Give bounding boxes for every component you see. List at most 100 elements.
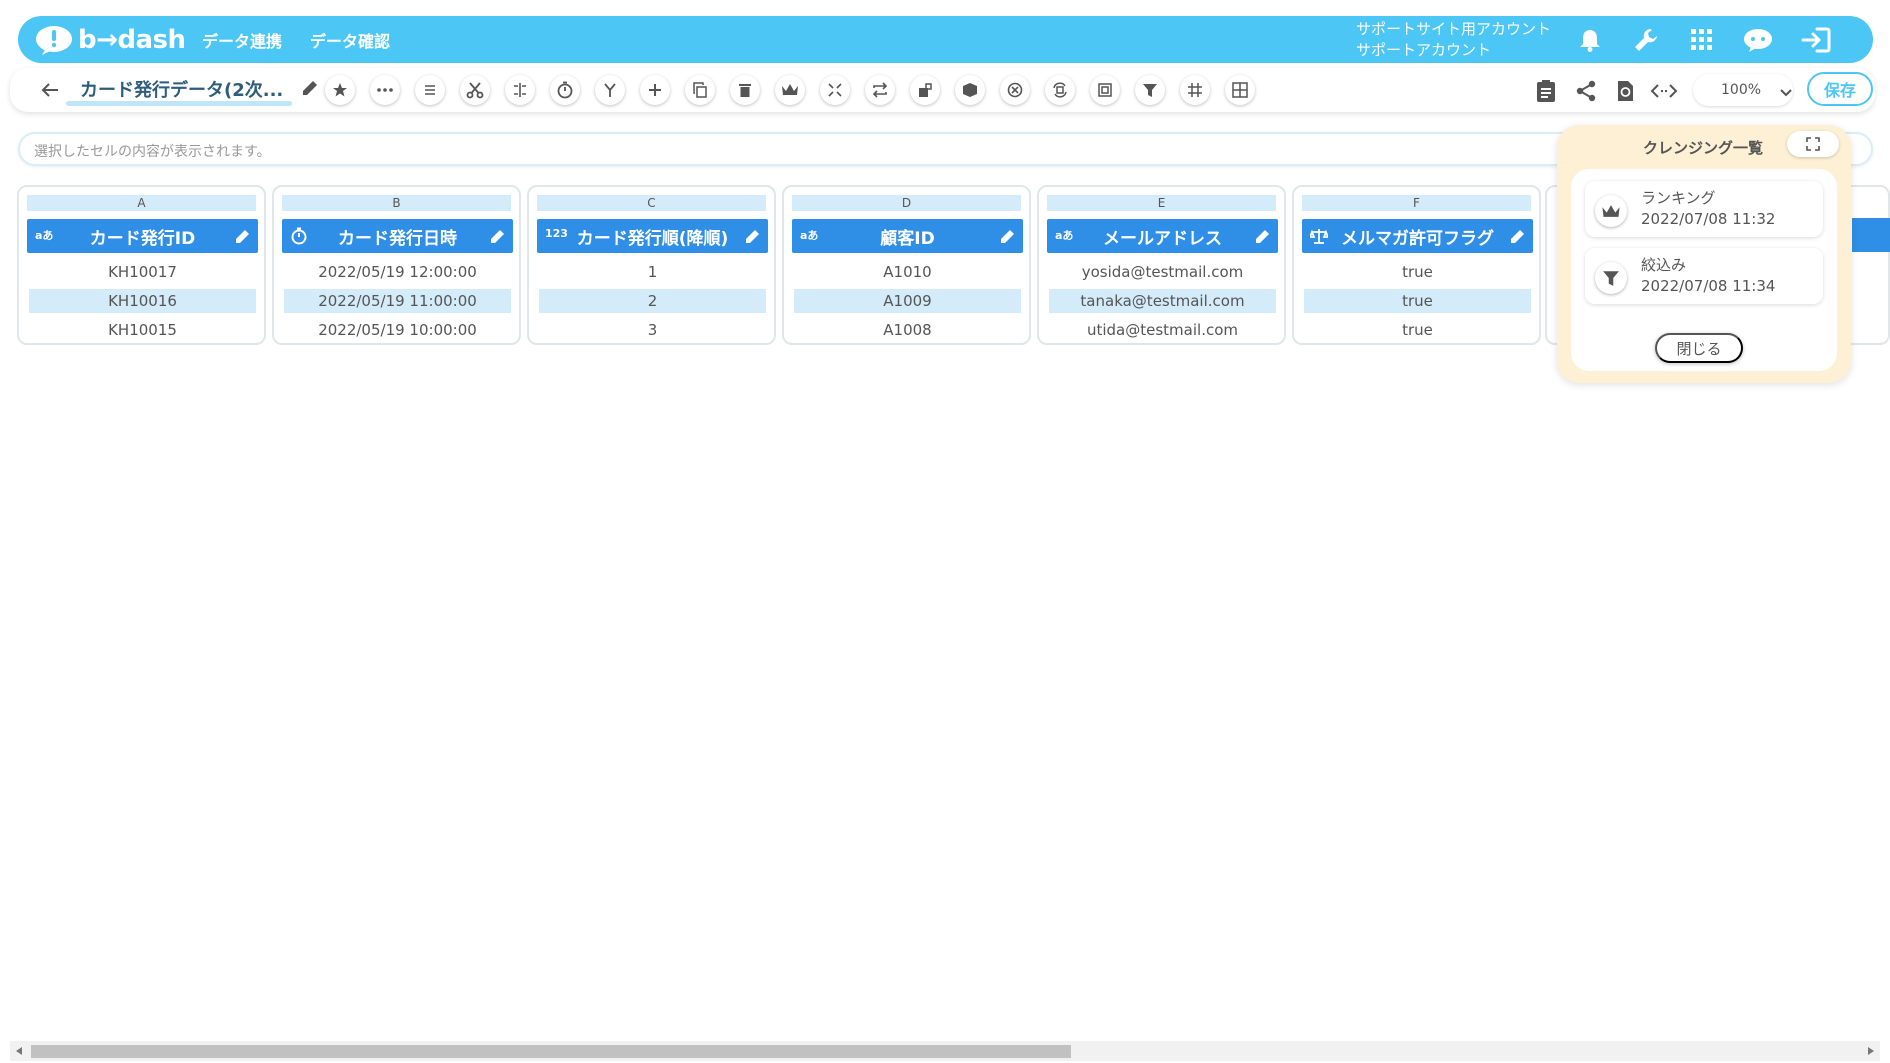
account-name-2: サポートアカウント: [1356, 41, 1492, 59]
lock-box-icon[interactable]: [910, 75, 940, 105]
replace-icon[interactable]: [1045, 75, 1075, 105]
table-cell[interactable]: A1009: [794, 289, 1021, 313]
crown-icon[interactable]: [775, 75, 805, 105]
column-header[interactable]: メルマガ許可フラグ: [1302, 219, 1533, 253]
column-letter: A: [27, 195, 256, 211]
scrollbar-thumb[interactable]: [31, 1045, 1071, 1058]
column-header[interactable]: カード発行日時: [282, 219, 513, 253]
zoom-select[interactable]: 100%: [1693, 74, 1793, 106]
scroll-right-icon[interactable]: [1868, 1047, 1874, 1055]
clock-icon: [291, 227, 307, 245]
table-cell[interactable]: A1010: [794, 260, 1021, 284]
plus-icon[interactable]: [640, 75, 670, 105]
scissors-icon[interactable]: [460, 75, 490, 105]
timer-icon[interactable]: [550, 75, 580, 105]
column-name: カード発行順(降順): [576, 228, 729, 249]
account-info[interactable]: サポートサイト用アカウント サポートアカウント: [1356, 19, 1551, 61]
branch-icon[interactable]: [595, 75, 625, 105]
text-lines-icon[interactable]: [415, 75, 445, 105]
table-cell[interactable]: KH10017: [29, 260, 256, 284]
repeat-icon[interactable]: [865, 75, 895, 105]
table-cell[interactable]: A1008: [794, 318, 1021, 342]
column-c[interactable]: C 123 カード発行順(降順) 1 2 3: [527, 185, 776, 345]
column-name: 顧客ID: [880, 228, 935, 249]
table-cell[interactable]: true: [1304, 260, 1531, 284]
wrench-icon[interactable]: [1630, 24, 1662, 56]
table-cell[interactable]: 2022/05/19 10:00:00: [284, 318, 511, 342]
close-button[interactable]: 閉じる: [1655, 333, 1743, 363]
share-icon[interactable]: [1572, 77, 1600, 105]
nav-data-link[interactable]: データ連携: [202, 28, 282, 52]
column-name: カード発行ID: [89, 228, 196, 249]
toolbar: カード発行データ(2次... 100% 保存: [10, 68, 1875, 112]
cleansing-panel: クレンジング一覧 ランキング 2022/07/08 11:32 絞込み 2022…: [1557, 125, 1851, 383]
clipboard-icon[interactable]: [1532, 77, 1560, 105]
column-g-header-partial[interactable]: [1852, 218, 1890, 252]
column-header[interactable]: aあ カード発行ID: [27, 219, 258, 253]
history-item-ranking[interactable]: ランキング 2022/07/08 11:32: [1585, 181, 1823, 237]
column-header[interactable]: 123 カード発行順(降順): [537, 219, 768, 253]
circle-x-icon[interactable]: [1000, 75, 1030, 105]
bell-icon[interactable]: [1574, 24, 1606, 56]
box-icon[interactable]: [955, 75, 985, 105]
column-e[interactable]: E aあ メールアドレス yosida@testmail.com tanaka@…: [1037, 185, 1286, 345]
column-f[interactable]: F メルマガ許可フラグ true true true: [1292, 185, 1541, 345]
filter-icon[interactable]: [1135, 75, 1165, 105]
history-item-filter[interactable]: 絞込み 2022/07/08 11:34: [1585, 248, 1823, 304]
frame-icon[interactable]: [1090, 75, 1120, 105]
edit-title-pencil-icon[interactable]: [300, 78, 322, 100]
panel-title: クレンジング一覧: [1643, 139, 1764, 157]
column-a[interactable]: A aあ カード発行ID KH10017 KH10016 KH10015: [17, 185, 266, 345]
trash-icon[interactable]: [730, 75, 760, 105]
star-icon[interactable]: [325, 75, 355, 105]
compress-icon[interactable]: [820, 75, 850, 105]
table-cell[interactable]: 2: [539, 289, 766, 313]
table-cell[interactable]: 2022/05/19 11:00:00: [284, 289, 511, 313]
app-root: b→dash データ連携 データ確認 サポートサイト用アカウント サポートアカウ…: [0, 0, 1890, 1063]
table-cell[interactable]: 3: [539, 318, 766, 342]
table-cell[interactable]: tanaka@testmail.com: [1049, 289, 1276, 313]
pencil-icon[interactable]: [1254, 227, 1272, 245]
pencil-icon[interactable]: [1509, 227, 1527, 245]
logout-icon[interactable]: [1800, 24, 1832, 56]
table-cell[interactable]: utida@testmail.com: [1049, 318, 1276, 342]
hash-grid-icon[interactable]: [1180, 75, 1210, 105]
apps-grid-icon[interactable]: [1686, 24, 1718, 56]
scroll-left-icon[interactable]: [16, 1047, 22, 1055]
copy-icon[interactable]: [685, 75, 715, 105]
cell-content-placeholder: 選択したセルの内容が表示されます。: [34, 144, 271, 160]
table-grid-icon[interactable]: [1225, 75, 1255, 105]
code-icon[interactable]: [1650, 77, 1678, 105]
column-d[interactable]: D aあ 顧客ID A1010 A1009 A1008: [782, 185, 1031, 345]
table-cell[interactable]: 2022/05/19 12:00:00: [284, 260, 511, 284]
nav-data-check[interactable]: データ確認: [310, 28, 390, 52]
more-dots-icon[interactable]: [370, 75, 400, 105]
pencil-icon[interactable]: [234, 227, 252, 245]
logo[interactable]: b→dash: [34, 22, 186, 58]
table-cell[interactable]: true: [1304, 318, 1531, 342]
data-title[interactable]: カード発行データ(2次...: [80, 76, 283, 102]
table-cell[interactable]: yosida@testmail.com: [1049, 260, 1276, 284]
pencil-icon[interactable]: [489, 227, 507, 245]
account-name-1: サポートサイト用アカウント: [1356, 20, 1552, 38]
expand-button[interactable]: [1787, 131, 1839, 157]
table-cell[interactable]: KH10015: [29, 318, 256, 342]
pencil-icon[interactable]: [999, 227, 1017, 245]
back-arrow-icon[interactable]: [38, 78, 62, 102]
column-b[interactable]: B カード発行日時 2022/05/19 12:00:00 2022/05/19…: [272, 185, 521, 345]
column-name: メールアドレス: [1103, 228, 1222, 249]
column-header[interactable]: aあ 顧客ID: [792, 219, 1023, 253]
panel-inner: ランキング 2022/07/08 11:32 絞込み 2022/07/08 11…: [1571, 169, 1837, 371]
table-cell[interactable]: KH10016: [29, 289, 256, 313]
table-cell[interactable]: 1: [539, 260, 766, 284]
horizontal-scrollbar[interactable]: [10, 1041, 1880, 1061]
refresh-doc-icon[interactable]: [1611, 77, 1639, 105]
history-item-time: 2022/07/08 11:32: [1641, 210, 1776, 228]
save-button[interactable]: 保存: [1807, 72, 1873, 106]
chevron-down-icon[interactable]: [1780, 82, 1792, 101]
pencil-icon[interactable]: [744, 227, 762, 245]
column-header[interactable]: aあ メールアドレス: [1047, 219, 1278, 253]
merge-arrows-icon[interactable]: [505, 75, 535, 105]
chat-bot-icon[interactable]: [1742, 24, 1774, 56]
table-cell[interactable]: true: [1304, 289, 1531, 313]
